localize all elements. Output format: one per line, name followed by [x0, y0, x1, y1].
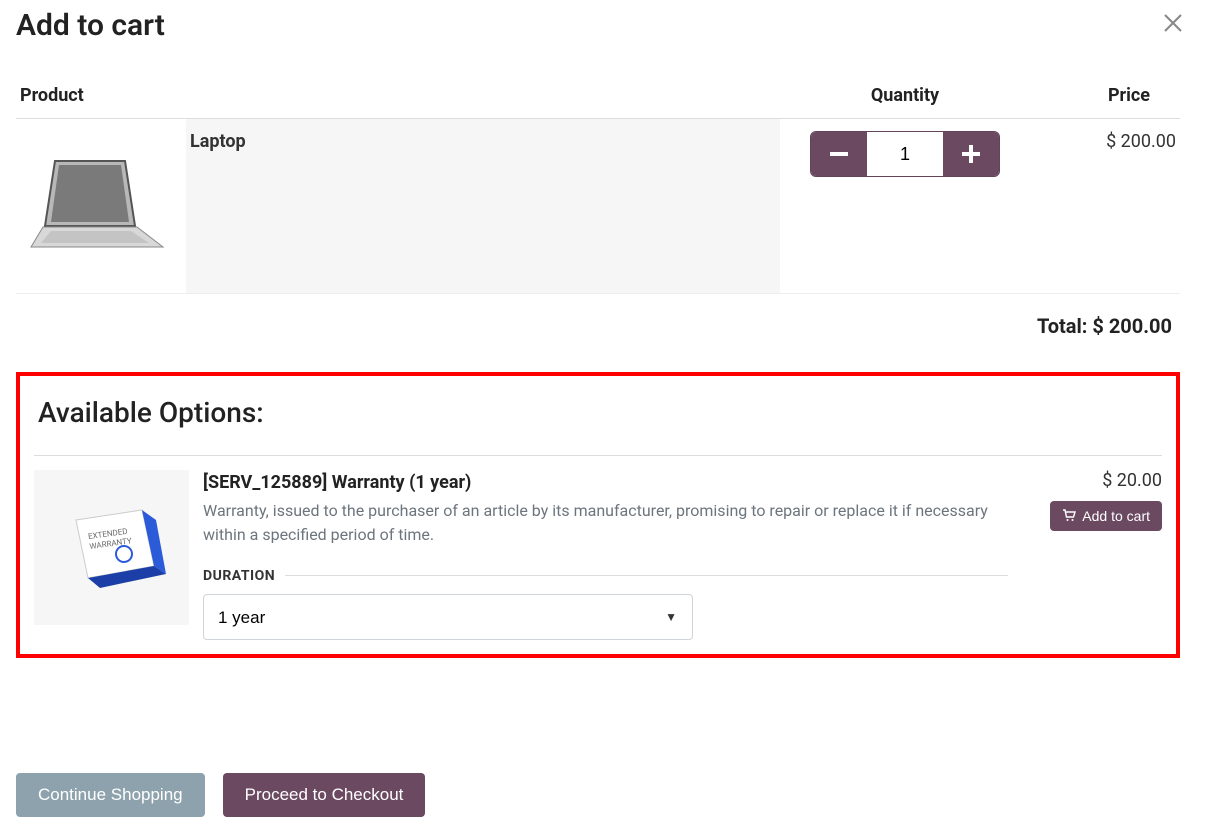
- qty-decrement-button[interactable]: [811, 132, 867, 176]
- product-name: Laptop: [186, 119, 780, 294]
- qty-increment-button[interactable]: [943, 132, 999, 176]
- option-name: [SERV_125889] Warranty (1 year): [203, 472, 1008, 493]
- duration-select[interactable]: 1 year: [203, 594, 693, 640]
- product-image: [20, 131, 170, 281]
- modal-scroll-area[interactable]: Product Quantity Price: [16, 73, 1184, 753]
- table-row: Laptop $ 200.00: [16, 119, 1180, 294]
- add-to-cart-label: Add to cart: [1082, 508, 1150, 524]
- col-quantity: Quantity: [780, 73, 1030, 119]
- option-price: $ 20.00: [1032, 470, 1162, 491]
- available-options-panel: Available Options: EXTENDED WARRANTY [SE…: [16, 372, 1180, 658]
- total-label: Total:: [1037, 314, 1087, 338]
- option-image: EXTENDED WARRANTY: [34, 470, 189, 625]
- cart-icon: [1062, 508, 1076, 524]
- col-product: Product: [16, 73, 780, 119]
- col-price: Price: [1030, 73, 1180, 119]
- add-to-cart-button[interactable]: Add to cart: [1050, 501, 1162, 531]
- continue-shopping-button[interactable]: Continue Shopping: [16, 773, 205, 817]
- cart-table: Product Quantity Price: [16, 73, 1180, 294]
- quantity-stepper: [810, 131, 1000, 177]
- duration-label: DURATION: [203, 568, 285, 584]
- total-value: $ 200.00: [1092, 314, 1172, 338]
- proceed-to-checkout-button[interactable]: Proceed to Checkout: [223, 773, 426, 817]
- close-icon[interactable]: [1162, 12, 1184, 40]
- option-row: EXTENDED WARRANTY [SERV_125889] Warranty…: [34, 455, 1162, 640]
- product-price: $ 200.00: [1030, 119, 1180, 294]
- options-heading: Available Options:: [38, 396, 1162, 429]
- modal-title: Add to cart: [16, 8, 165, 43]
- qty-input[interactable]: [867, 132, 943, 176]
- option-description: Warranty, issued to the purchaser of an …: [203, 499, 1008, 547]
